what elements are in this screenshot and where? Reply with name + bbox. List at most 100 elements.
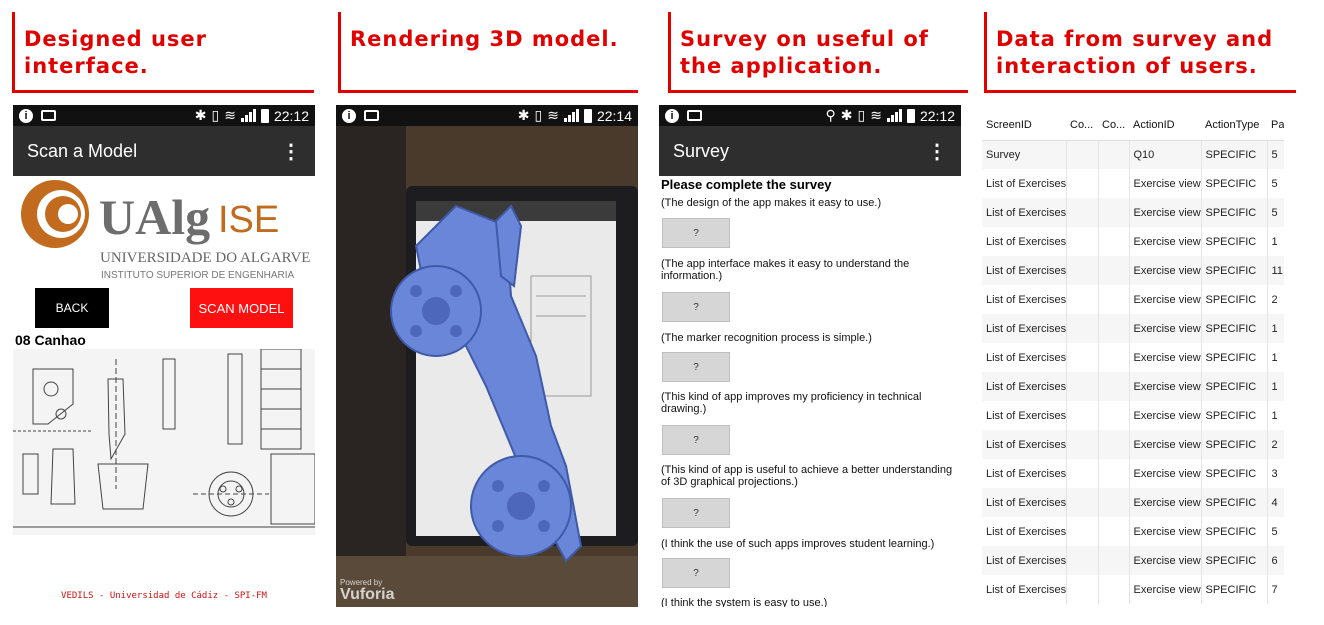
table-cell: Exercise view [1128, 285, 1201, 314]
table-cell: Exercise view [1128, 459, 1201, 488]
table-row[interactable]: List of Exercises Exercise view SPECIFIC 1 [982, 401, 1284, 430]
battery-icon [260, 108, 269, 123]
vuforia-watermark: Powered by Vuforia [340, 578, 395, 603]
table-cell: SPECIFIC [1200, 430, 1267, 459]
column-header[interactable]: ScreenID [982, 111, 1066, 141]
message-icon [687, 110, 702, 121]
answer-button[interactable]: ? [662, 498, 730, 528]
table-cell [1065, 401, 1098, 430]
answer-button[interactable]: ? [662, 292, 730, 322]
ar-camera-view [336, 126, 638, 607]
answer-button[interactable]: ? [662, 425, 730, 455]
survey-screen: i ⚲ ✱ ▯ ≋ 22:12 Survey ⋮ Please complete… [659, 105, 961, 607]
bluetooth-icon: ✱ [840, 107, 853, 123]
table-cell: List of Exercises [986, 380, 1066, 393]
table-cell: SPECIFIC [1200, 517, 1267, 546]
screen-title: Scan a Model [27, 140, 138, 161]
column-header[interactable]: ActionID [1129, 111, 1201, 141]
overflow-menu-icon[interactable]: ⋮ [281, 139, 301, 164]
table-cell: Exercise view [1128, 227, 1201, 256]
table-cell: SPECIFIC [1200, 256, 1267, 285]
table-row[interactable]: List of Exercises Exercise view SPECIFIC 5 [982, 198, 1284, 227]
table-cell: 1 [1266, 372, 1284, 401]
table-cell: Exercise view [1128, 372, 1201, 401]
table-cell: 5 [1266, 517, 1284, 546]
table-row[interactable]: List of Exercises Exercise view SPECIFIC 2 [982, 430, 1284, 459]
table-cell [1097, 459, 1129, 488]
table-row[interactable]: List of Exercises Exercise view SPECIFIC 7 [982, 575, 1284, 604]
survey-question: (This kind of app improves my proficienc… [661, 391, 922, 415]
table-cell: 1 [1266, 227, 1284, 256]
column-header[interactable]: Co... [1098, 111, 1129, 141]
table-cell: List of Exercises [986, 322, 1066, 335]
message-icon [364, 110, 379, 121]
table-cell: List of Exercises [986, 177, 1066, 190]
table-cell: List of Exercises [986, 235, 1066, 248]
table-cell [1065, 314, 1098, 343]
table-cell: Exercise view [1128, 488, 1201, 517]
scan-screen: i ✱ ▯ ≋ 22:12 Scan a Model ⋮ UAlg ISE UN… [13, 105, 315, 607]
vibrate-icon: ▯ [211, 107, 220, 123]
table-row[interactable]: Survey Q10 SPECIFIC 5 [982, 140, 1284, 169]
app-bar: Scan a Model ⋮ [13, 126, 315, 176]
interaction-data-table: ScreenID Co... Co... ActionID ActionType… [982, 111, 1284, 604]
survey-question: (I think the system is easy to use.) [661, 597, 828, 607]
table-cell: 11 [1266, 256, 1284, 285]
table-row[interactable]: List of Exercises Exercise view SPECIFIC 6 [982, 546, 1284, 575]
answer-button[interactable]: ? [662, 352, 730, 382]
table-cell: List of Exercises [986, 206, 1066, 219]
answer-button[interactable]: ? [662, 558, 730, 588]
column-header[interactable]: ActionType [1201, 111, 1267, 141]
table-cell: 1 [1266, 343, 1284, 372]
table-cell: Q10 [1128, 140, 1201, 169]
table-row[interactable]: List of Exercises Exercise view SPECIFIC 1 [982, 314, 1284, 343]
table-row[interactable]: List of Exercises Exercise view SPECIFIC 2 [982, 285, 1284, 314]
footer-credit: VEDILS - Universidad de Cádiz - SPI-FM [61, 591, 267, 601]
table-cell [1065, 517, 1098, 546]
table-cell [1065, 285, 1098, 314]
column-header[interactable]: Co... [1066, 111, 1098, 141]
panel-4-title: Data from survey and interaction of users… [996, 27, 1274, 78]
table-cell: List of Exercises [986, 409, 1066, 422]
back-button[interactable]: BACK [35, 288, 109, 328]
table-cell [1065, 488, 1098, 517]
table-cell [1097, 372, 1129, 401]
panel-3-header: Survey on useful of the application. [668, 12, 968, 94]
survey-question: (The design of the app makes it easy to … [661, 197, 882, 209]
table-cell: 5 [1266, 140, 1284, 169]
scan-model-button[interactable]: SCAN MODEL [190, 288, 293, 328]
signal-icon [563, 109, 579, 122]
table-row[interactable]: List of Exercises Exercise view SPECIFIC 1 [982, 227, 1284, 256]
column-header[interactable]: Par [1267, 111, 1284, 141]
table-row[interactable]: List of Exercises Exercise view SPECIFIC 5 [982, 169, 1284, 198]
table-cell: Exercise view [1128, 401, 1201, 430]
table-cell [1097, 546, 1129, 575]
battery-icon [906, 108, 915, 123]
panel-4-header: Data from survey and interaction of users… [984, 12, 1296, 94]
panel-3-title: Survey on useful of the application. [680, 27, 929, 78]
panel-2-header: Rendering 3D model. [338, 12, 638, 94]
table-cell [1065, 575, 1098, 604]
table-cell: Exercise view [1128, 198, 1201, 227]
table-cell: SPECIFIC [1200, 372, 1267, 401]
overflow-menu-icon[interactable]: ⋮ [927, 139, 947, 164]
table-row[interactable]: List of Exercises Exercise view SPECIFIC 3 [982, 459, 1284, 488]
table-cell: 1 [1266, 401, 1284, 430]
table-row[interactable]: List of Exercises Exercise view SPECIFIC 1 [982, 343, 1284, 372]
answer-button[interactable]: ? [662, 218, 730, 248]
table-cell [1065, 169, 1098, 198]
table-row[interactable]: List of Exercises Exercise view SPECIFIC 4 [982, 488, 1284, 517]
technical-drawing-image [13, 349, 315, 535]
table-cell [1097, 488, 1129, 517]
table-cell: Exercise view [1128, 546, 1201, 575]
table-row[interactable]: List of Exercises Exercise view SPECIFIC 5 [982, 517, 1284, 546]
table-cell: Exercise view [1128, 169, 1201, 198]
table-cell: Exercise view [1128, 575, 1201, 604]
table-cell: List of Exercises [986, 264, 1066, 277]
table-row[interactable]: List of Exercises Exercise view SPECIFIC 11 [982, 256, 1284, 285]
ualg-logo: UAlg ISE UNIVERSIDADE DO ALGARVE INSTITU… [21, 180, 310, 281]
table-row[interactable]: List of Exercises Exercise view SPECIFIC 1 [982, 372, 1284, 401]
table-cell [1097, 140, 1129, 169]
table-cell: 6 [1266, 546, 1284, 575]
table-cell: List of Exercises [986, 467, 1066, 480]
